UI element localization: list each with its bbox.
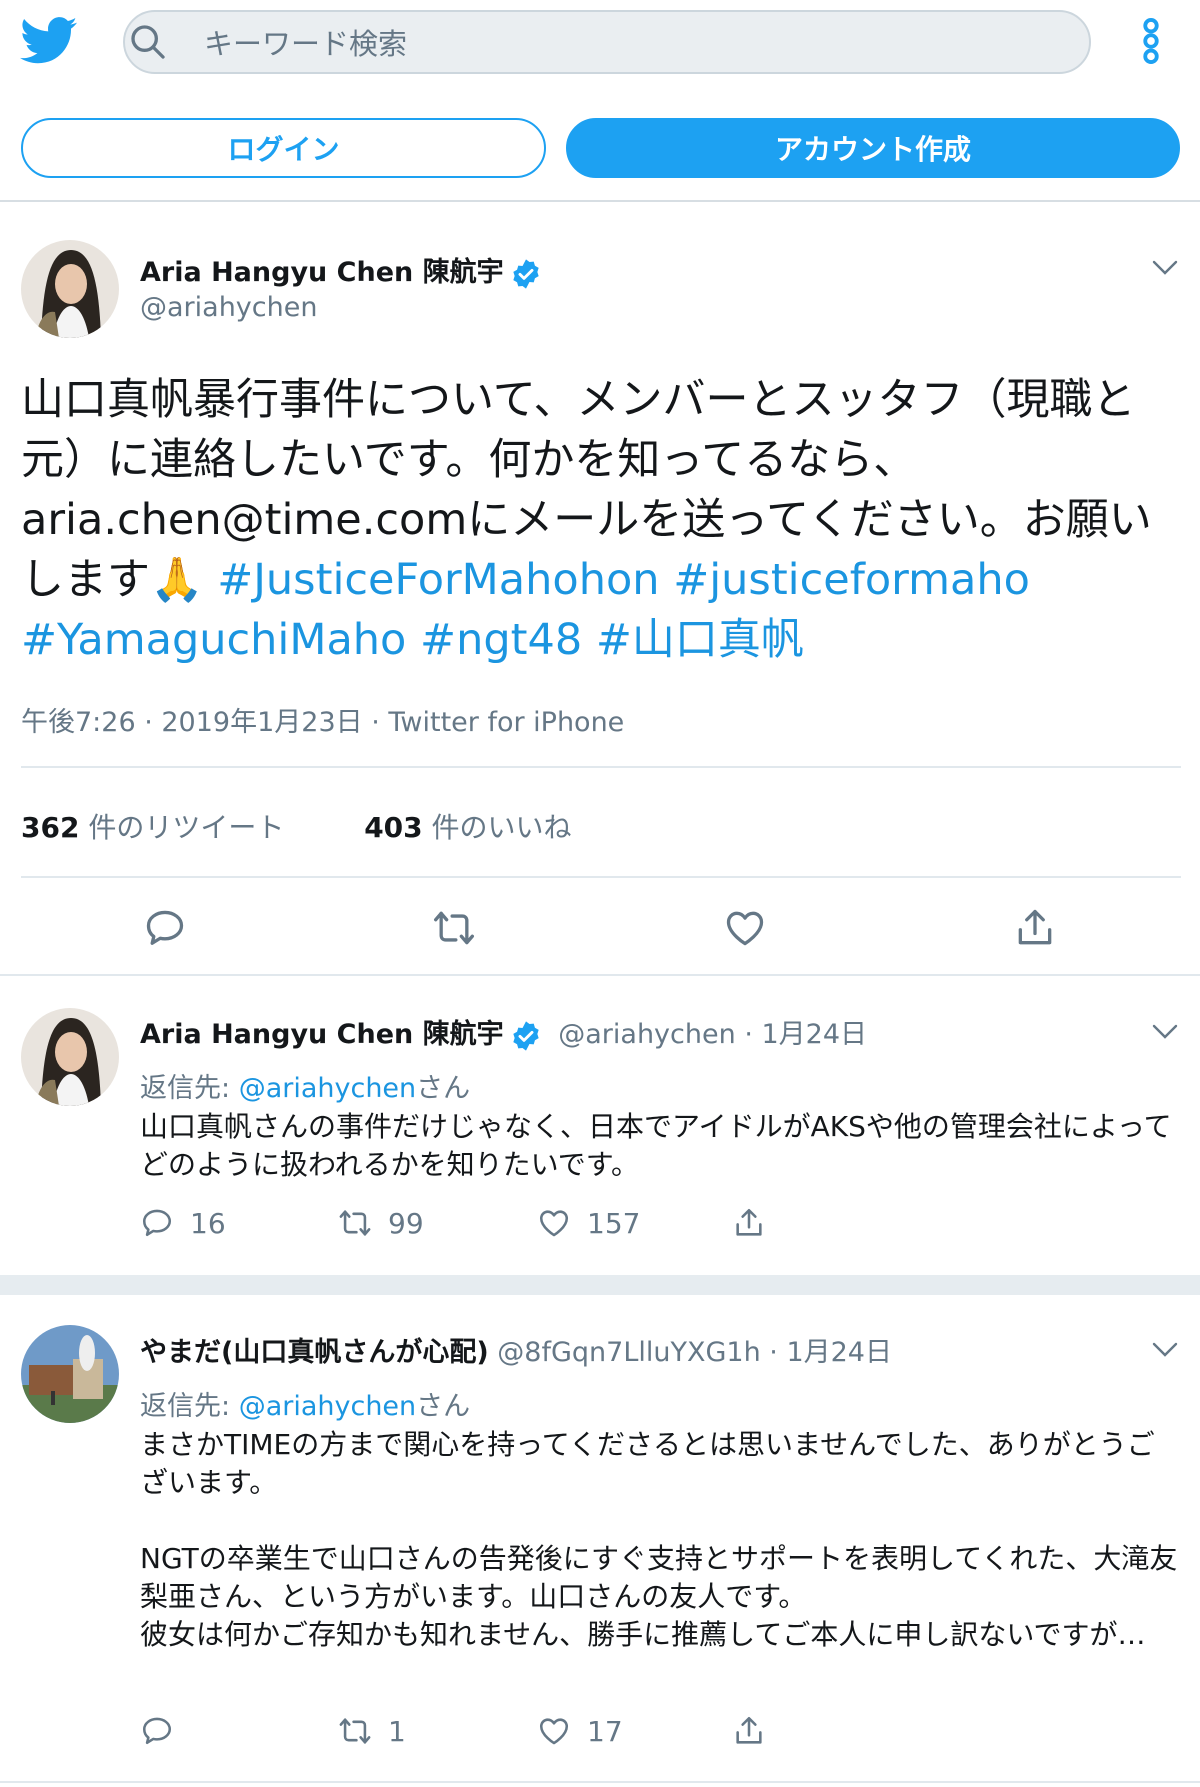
twitter-bird-logo[interactable]: [20, 16, 78, 66]
reply-text: まさかTIMEの方まで関心を持ってくださるとは思いませんでした、ありがとうござい…: [140, 1426, 1180, 1654]
hashtag-link[interactable]: #JusticeForMahohon: [217, 555, 659, 605]
avatar[interactable]: [21, 1008, 119, 1106]
section-separator: [0, 1275, 1200, 1295]
search-icon: [131, 25, 165, 59]
retweet-action[interactable]: 1: [338, 1714, 406, 1748]
verified-badge-icon: [512, 1020, 539, 1051]
share-icon: [736, 1716, 762, 1744]
reply-action[interactable]: 16: [140, 1206, 226, 1240]
reply-paragraph: まさかTIMEの方まで関心を持ってくださるとは思いませんでした、ありがとうござい…: [140, 1428, 1155, 1499]
reply-to-handle[interactable]: @ariahychen: [239, 1391, 416, 1422]
reply-paragraph: 彼女は何かご存知かも知れません、勝手に推薦してご本人に申し訳ないですが…: [140, 1618, 1146, 1651]
header-divider: [0, 200, 1200, 202]
reply-count: 16: [190, 1206, 226, 1240]
retweet-count: 1: [388, 1714, 406, 1748]
divider: [0, 974, 1200, 976]
reply-header: やまだ(山口真帆さんが心配) @8fGqn7LlluYXG1h · 1月24日: [140, 1330, 892, 1369]
reply-to-prefix: 返信先:: [140, 1391, 239, 1422]
hashtag-link[interactable]: #ngt48: [420, 615, 582, 665]
author-handle[interactable]: @ariahychen: [558, 1019, 735, 1050]
tweet-date[interactable]: · 1月24日: [769, 1337, 892, 1368]
like-label: 件のいいね: [431, 811, 572, 844]
like-action[interactable]: 17: [537, 1714, 623, 1748]
heart-icon: [539, 1210, 569, 1237]
like-count: 157: [587, 1206, 641, 1240]
tweet-stats: 362 件のリツイート 403 件のいいね: [21, 806, 572, 846]
hashtag-link[interactable]: #YamaguchiMaho: [21, 615, 406, 665]
chevron-down-icon[interactable]: [1150, 1340, 1180, 1360]
reply-icon: [142, 1717, 172, 1745]
share-action[interactable]: [732, 1714, 782, 1748]
reply-header: Aria Hangyu Chen 陳航宇 @ariahychen · 1月24日: [140, 1012, 867, 1052]
reply-to-suffix: さん: [416, 1073, 471, 1104]
reply-to-line: 返信先: @ariahychenさん: [140, 1384, 470, 1423]
reply-to-suffix: さん: [416, 1391, 471, 1422]
heart-icon[interactable]: [723, 906, 767, 950]
reply-icon[interactable]: [143, 906, 187, 950]
reply-to-prefix: 返信先:: [140, 1073, 239, 1104]
divider: [21, 876, 1181, 878]
reply-paragraph: NGTの卒業生で山口さんの告発後にすぐ支持とサポートを表明してくれた、大滝友梨亜…: [140, 1542, 1178, 1613]
share-icon: [736, 1208, 762, 1236]
search-input[interactable]: [204, 24, 1054, 64]
retweet-icon: [339, 1210, 371, 1236]
verified-badge-icon: [512, 258, 539, 289]
retweet-icon: [339, 1718, 371, 1744]
reply-to-handle[interactable]: @ariahychen: [239, 1073, 416, 1104]
share-action[interactable]: [732, 1206, 782, 1240]
heart-icon: [539, 1718, 569, 1745]
reply-icon: [142, 1209, 172, 1237]
reply-to-line: 返信先: @ariahychenさん: [140, 1066, 470, 1105]
avatar[interactable]: [21, 1325, 119, 1423]
chevron-down-icon[interactable]: [1150, 1022, 1180, 1042]
divider: [0, 1781, 1200, 1783]
retweet-action[interactable]: 99: [338, 1206, 424, 1240]
folded-hands-emoji: 🙏: [150, 555, 204, 605]
share-icon[interactable]: [1013, 906, 1057, 950]
like-stat[interactable]: 403 件のいいね: [364, 811, 571, 844]
retweet-stat[interactable]: 362 件のリツイート: [21, 811, 284, 844]
avatar[interactable]: [21, 240, 119, 338]
retweet-icon[interactable]: [432, 906, 476, 950]
retweet-label: 件のリツイート: [88, 811, 285, 844]
tweet-date[interactable]: · 1月24日: [744, 1019, 867, 1050]
reply-action[interactable]: [140, 1714, 190, 1748]
author-name[interactable]: やまだ(山口真帆さんが心配): [140, 1337, 489, 1368]
divider: [21, 766, 1181, 768]
reply-text: 山口真帆さんの事件だけじゃなく、日本でアイドルがAKSや他の管理会社によってどの…: [140, 1110, 1172, 1181]
author-handle[interactable]: @8fGqn7LlluYXG1h: [497, 1337, 760, 1368]
more-options-icon[interactable]: [1140, 18, 1162, 64]
hashtag-link[interactable]: #山口真帆: [596, 615, 804, 665]
chevron-down-icon[interactable]: [1150, 258, 1180, 278]
author-name[interactable]: Aria Hangyu Chen 陳航宇: [140, 250, 542, 290]
retweet-count: 362: [21, 811, 80, 844]
hashtag-link[interactable]: #justiceformaho: [673, 555, 1030, 605]
like-action[interactable]: 157: [537, 1206, 640, 1240]
retweet-count: 99: [388, 1206, 424, 1240]
login-button[interactable]: ログイン: [21, 118, 546, 178]
like-count: 403: [364, 811, 423, 844]
tweet-text: 山口真帆暴行事件について、メンバーとスッタフ（現職と元）に連絡したいです。何かを…: [21, 370, 1181, 670]
create-account-button[interactable]: アカウント作成: [566, 118, 1180, 178]
author-handle[interactable]: @ariahychen: [140, 292, 317, 323]
like-count: 17: [587, 1714, 623, 1748]
author-name[interactable]: Aria Hangyu Chen 陳航宇: [140, 1019, 504, 1050]
author-name-text: Aria Hangyu Chen 陳航宇: [140, 257, 504, 288]
tweet-timestamp[interactable]: 午後7:26 · 2019年1月23日 · Twitter for iPhone: [21, 700, 624, 739]
